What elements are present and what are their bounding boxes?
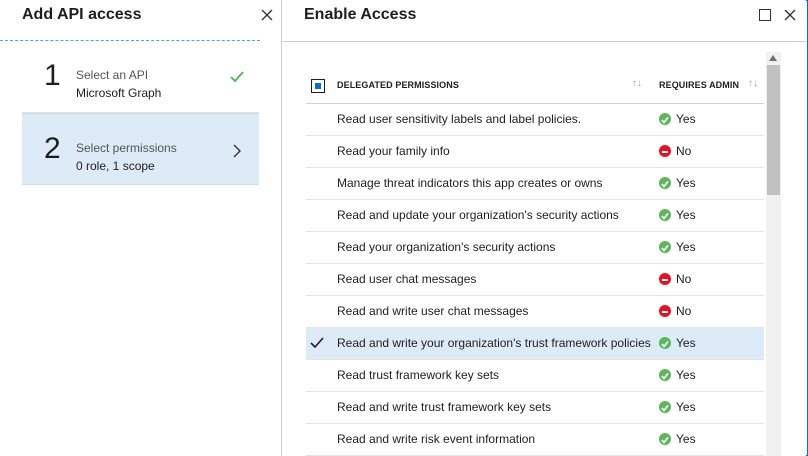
table-row[interactable]: Read and write user chat messages No	[306, 296, 764, 328]
sort-icon[interactable]: ↑↓	[748, 78, 758, 89]
close-icon[interactable]	[782, 7, 798, 23]
step-value: 0 role, 1 scope	[76, 159, 155, 173]
requires-admin-value: Yes	[676, 368, 696, 382]
check-circle-icon	[659, 369, 671, 381]
table-header: DELEGATED PERMISSIONS ↑↓ REQUIRES ADMIN …	[306, 70, 764, 104]
step-label: Select an API	[76, 68, 149, 82]
table-body: Read user sensitivity labels and label p…	[306, 104, 764, 456]
table-row[interactable]: Read and write your organization's trust…	[306, 328, 764, 360]
requires-admin-value: Yes	[676, 176, 696, 190]
requires-admin-value: No	[676, 272, 692, 286]
blade-title: Add API access	[22, 6, 142, 23]
step-number: 2	[44, 132, 61, 165]
close-icon[interactable]	[259, 7, 275, 23]
scrollbar-thumb[interactable]	[767, 65, 780, 195]
sort-icon[interactable]: ↑↓	[632, 78, 642, 89]
step-value: Microsoft Graph	[76, 86, 162, 100]
step-number: 1	[44, 59, 61, 92]
permission-name: Read and write your organization's trust…	[337, 336, 651, 350]
permission-name: Read and write user chat messages	[337, 304, 529, 318]
checkmark-icon[interactable]	[310, 337, 324, 349]
table-row[interactable]: Read your organization's security action…	[306, 232, 764, 264]
step-label: Select permissions	[76, 141, 177, 155]
check-circle-icon	[659, 113, 671, 125]
table-row[interactable]: Read trust framework key sets Yes	[306, 360, 764, 392]
table-row[interactable]: Manage threat indicators this app create…	[306, 168, 764, 200]
check-circle-icon	[659, 209, 671, 221]
checkmark-icon	[230, 71, 244, 83]
table-row[interactable]: Read user chat messages No	[306, 264, 764, 296]
requires-admin-value: Yes	[676, 336, 696, 350]
maximize-icon[interactable]	[759, 9, 771, 21]
permission-name: Read and write trust framework key sets	[337, 400, 552, 414]
column-header-requires-admin[interactable]: REQUIRES ADMIN	[659, 80, 739, 90]
permission-name: Read your organization's security action…	[337, 240, 556, 254]
check-circle-icon	[659, 241, 671, 253]
check-circle-icon	[659, 177, 671, 189]
vertical-scrollbar[interactable]	[766, 52, 781, 456]
minus-circle-icon	[659, 273, 671, 285]
permission-name: Read your family info	[337, 144, 450, 158]
requires-admin-value: Yes	[676, 112, 696, 126]
check-circle-icon	[659, 337, 671, 349]
table-row[interactable]: Read and update your organization's secu…	[306, 200, 764, 232]
requires-admin-value: No	[676, 304, 692, 318]
column-header-permission[interactable]: DELEGATED PERMISSIONS	[337, 80, 459, 90]
check-circle-icon	[659, 433, 671, 445]
chevron-right-icon	[233, 144, 241, 158]
table-row[interactable]: Read and write trust framework key sets Y…	[306, 392, 764, 424]
minus-circle-icon	[659, 305, 671, 317]
check-circle-icon	[659, 401, 671, 413]
permission-name: Read user chat messages	[337, 272, 477, 286]
enable-access-blade: Enable Access DELEGATED PERMISSIONS ↑↓ R…	[282, 0, 806, 456]
scroll-up-arrow-icon[interactable]	[769, 55, 777, 61]
permission-name: Manage threat indicators this app create…	[337, 176, 603, 190]
table-row[interactable]: Read user sensitivity labels and label p…	[306, 104, 764, 136]
blade-title: Enable Access	[304, 6, 417, 23]
step-select-permissions[interactable]: 2 Select permissions 0 role, 1 scope	[22, 113, 259, 185]
requires-admin-value: Yes	[676, 432, 696, 446]
table-row[interactable]: Read and write risk event information Yes	[306, 424, 764, 456]
divider	[282, 41, 806, 42]
permission-name: Read user sensitivity labels and label p…	[337, 112, 582, 126]
select-all-checkbox[interactable]	[311, 79, 325, 93]
add-api-access-blade: Add API access 1 Select an API Microsoft…	[0, 0, 282, 456]
minus-circle-icon	[659, 145, 671, 157]
table-row[interactable]: Read your family info No	[306, 136, 764, 168]
requires-admin-value: Yes	[676, 240, 696, 254]
permission-name: Read and write risk event information	[337, 432, 536, 446]
requires-admin-value: Yes	[676, 208, 696, 222]
permissions-table: DELEGATED PERMISSIONS ↑↓ REQUIRES ADMIN …	[306, 70, 764, 456]
permission-name: Read and update your organization's secu…	[337, 208, 619, 222]
requires-admin-value: Yes	[676, 400, 696, 414]
step-select-api[interactable]: 1 Select an API Microsoft Graph	[22, 41, 259, 113]
permission-name: Read trust framework key sets	[337, 368, 500, 382]
requires-admin-value: No	[676, 144, 692, 158]
